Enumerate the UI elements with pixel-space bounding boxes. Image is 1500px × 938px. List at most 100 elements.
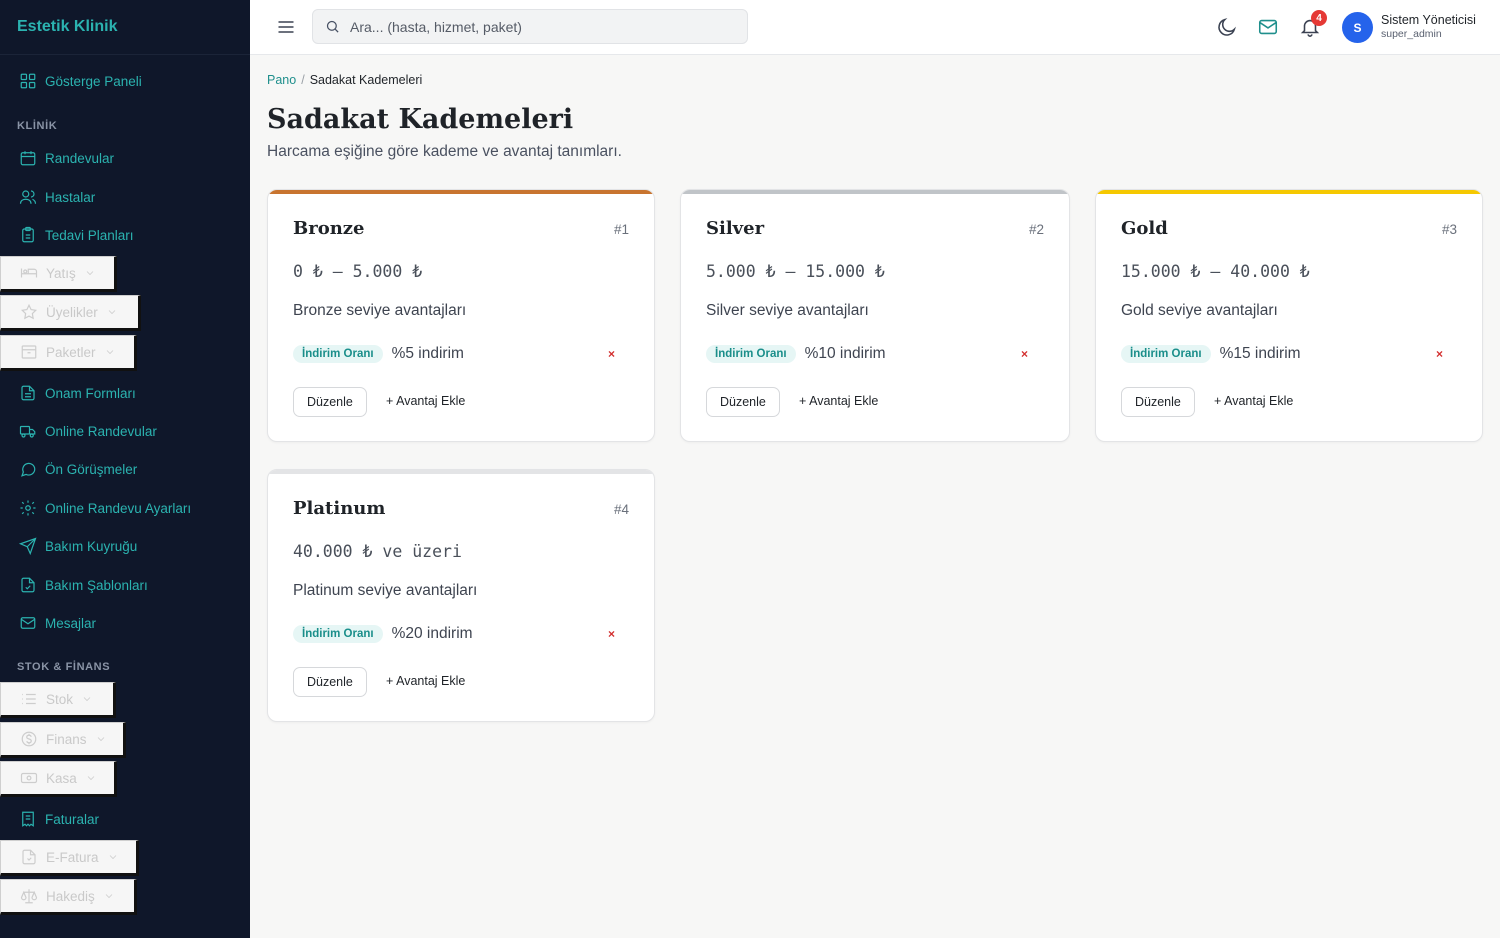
edit-tier-button[interactable]: Düzenle xyxy=(1121,387,1195,417)
sidebar-item-messages[interactable]: Mesajlar xyxy=(0,606,96,640)
sidebar-item-label: Hakediş xyxy=(46,888,95,904)
search-icon xyxy=(326,20,339,33)
file-invoice-icon xyxy=(22,849,36,865)
breadcrumb-home-link[interactable]: Pano xyxy=(267,73,296,87)
avatar[interactable]: S xyxy=(1342,12,1373,43)
sidebar-item-label: Kasa xyxy=(46,770,77,786)
sidebar-item-treatment-plans[interactable]: Tedavi Planları xyxy=(0,218,134,252)
delete-benefit-button[interactable]: × xyxy=(1021,347,1028,361)
edit-tier-button[interactable]: Düzenle xyxy=(706,387,780,417)
sidebar-item-stock[interactable]: Stok xyxy=(0,682,116,718)
benefit-tag: İndirim Oranı xyxy=(706,345,796,363)
mail-icon xyxy=(19,614,37,632)
list-icon xyxy=(22,693,36,705)
dollar-circle-icon xyxy=(21,731,37,747)
sidebar-item-label: Gösterge Paneli xyxy=(45,73,142,89)
sidebar-item-patients[interactable]: Hastalar xyxy=(0,180,95,214)
chevron-down-icon xyxy=(105,894,113,899)
edit-tier-button[interactable]: Düzenle xyxy=(293,387,367,417)
mail-icon xyxy=(1258,19,1278,35)
tier-color-bar xyxy=(268,190,654,194)
moon-icon xyxy=(1218,18,1236,36)
edit-tier-button[interactable]: Düzenle xyxy=(293,667,367,697)
clipboard-icon xyxy=(19,226,37,244)
benefit-row: İndirim Oranı %20 indirim × xyxy=(293,623,633,645)
sidebar-item-label: Mesajlar xyxy=(45,615,97,631)
benefit-value: %15 indirim xyxy=(1219,345,1301,362)
search-input[interactable] xyxy=(348,17,732,36)
sidebar-item-online-appointments[interactable]: Online Randevular xyxy=(0,414,157,448)
theme-toggle-button[interactable] xyxy=(1216,16,1238,38)
sidebar-item-label: Tedavi Planları xyxy=(45,227,134,243)
tier-name: Platinum xyxy=(293,498,386,519)
scale-icon xyxy=(20,889,38,904)
sidebar-item-consent-forms[interactable]: Onam Formları xyxy=(0,376,136,410)
sidebar-item-pre-consultations[interactable]: Ön Görüşmeler xyxy=(0,452,137,486)
tier-description: Silver seviye avantajları xyxy=(706,302,869,319)
sidebar-item-label: Ön Görüşmeler xyxy=(45,461,138,477)
tier-range: 0 ₺ – 5.000 ₺ xyxy=(293,262,423,281)
package-icon xyxy=(21,345,37,359)
chevron-down-icon xyxy=(83,697,91,702)
chevron-down-icon xyxy=(87,776,95,781)
add-benefit-button[interactable]: + Avantaj Ekle xyxy=(799,394,878,408)
chevron-down-icon xyxy=(108,310,116,315)
page-title: Sadakat Kademeleri xyxy=(267,104,574,135)
receipt-icon xyxy=(19,810,37,828)
sidebar-item-label: Bakım Kuyruğu xyxy=(45,538,138,554)
sidebar-item-finance[interactable]: Finans xyxy=(0,722,126,758)
sidebar-item-appointments[interactable]: Randevular xyxy=(0,141,114,175)
tier-range: 5.000 ₺ – 15.000 ₺ xyxy=(706,262,885,281)
message-circle-icon xyxy=(19,460,37,478)
search-bar xyxy=(312,9,748,44)
sidebar-item-label: Onam Formları xyxy=(45,385,136,401)
sidebar-item-label: Online Randevu Ayarları xyxy=(45,500,192,516)
mail-button[interactable] xyxy=(1257,16,1279,38)
notification-badge: 4 xyxy=(1311,10,1327,26)
sidebar-item-inpatient[interactable]: Yatış xyxy=(0,256,117,292)
add-benefit-button[interactable]: + Avantaj Ekle xyxy=(386,674,465,688)
sidebar-item-label: Yatış xyxy=(46,265,76,281)
breadcrumb-current: Sadakat Kademeleri xyxy=(309,73,423,87)
sidebar-item-online-appointment-settings[interactable]: Online Randevu Ayarları xyxy=(0,491,191,525)
tier-card-platinum: Platinum #4 40.000 ₺ ve üzeri Platinum s… xyxy=(267,469,655,722)
sidebar-item-progress-payment[interactable]: Hakediş xyxy=(0,879,137,915)
benefit-tag: İndirim Oranı xyxy=(1121,345,1211,363)
sidebar-item-invoices[interactable]: Faturalar xyxy=(0,802,99,836)
benefit-value: %5 indirim xyxy=(391,345,464,362)
sidebar-item-label: Finans xyxy=(46,731,87,747)
menu-toggle-button[interactable] xyxy=(276,17,296,37)
sidebar: Estetik Klinik Gösterge Paneli KLİNİK Ra… xyxy=(0,0,250,938)
delete-benefit-button[interactable]: × xyxy=(608,347,615,361)
delete-benefit-button[interactable]: × xyxy=(1436,347,1443,361)
sidebar-item-e-invoice[interactable]: E-Fatura xyxy=(0,840,139,876)
sidebar-item-dashboard[interactable]: Gösterge Paneli xyxy=(0,64,142,98)
add-benefit-button[interactable]: + Avantaj Ekle xyxy=(386,394,465,408)
file-check-icon xyxy=(19,576,37,594)
breadcrumb: Pano / Sadakat Kademeleri xyxy=(267,73,422,87)
brand-logo[interactable]: Estetik Klinik xyxy=(0,0,250,55)
sidebar-item-label: Online Randevular xyxy=(45,423,157,439)
breadcrumb-separator: / xyxy=(301,73,305,87)
tier-range: 15.000 ₺ – 40.000 ₺ xyxy=(1121,262,1310,281)
user-role: super_admin xyxy=(1381,28,1442,40)
add-benefit-button[interactable]: + Avantaj Ekle xyxy=(1214,394,1293,408)
sidebar-item-memberships[interactable]: Üyelikler xyxy=(0,295,141,331)
sidebar-item-packages[interactable]: Paketler xyxy=(0,335,137,371)
topbar xyxy=(250,0,1500,55)
star-icon xyxy=(20,303,38,320)
tier-rank: #3 xyxy=(1441,222,1457,237)
sidebar-item-care-templates[interactable]: Bakım Şablonları xyxy=(0,568,148,602)
sidebar-item-label: E-Fatura xyxy=(46,849,99,865)
sidebar-item-label: Stok xyxy=(46,691,74,707)
user-name[interactable]: Sistem Yöneticisi xyxy=(1381,13,1476,27)
tier-color-bar xyxy=(268,470,654,474)
tier-color-bar xyxy=(1096,190,1482,194)
sidebar-item-cash[interactable]: Kasa xyxy=(0,761,117,797)
delete-benefit-button[interactable]: × xyxy=(608,627,615,641)
banknote-icon xyxy=(20,772,38,784)
sidebar-item-care-queue[interactable]: Bakım Kuyruğu xyxy=(0,529,137,563)
hamburger-icon xyxy=(278,21,294,33)
tier-rank: #4 xyxy=(613,502,629,517)
benefit-value: %20 indirim xyxy=(391,625,473,642)
